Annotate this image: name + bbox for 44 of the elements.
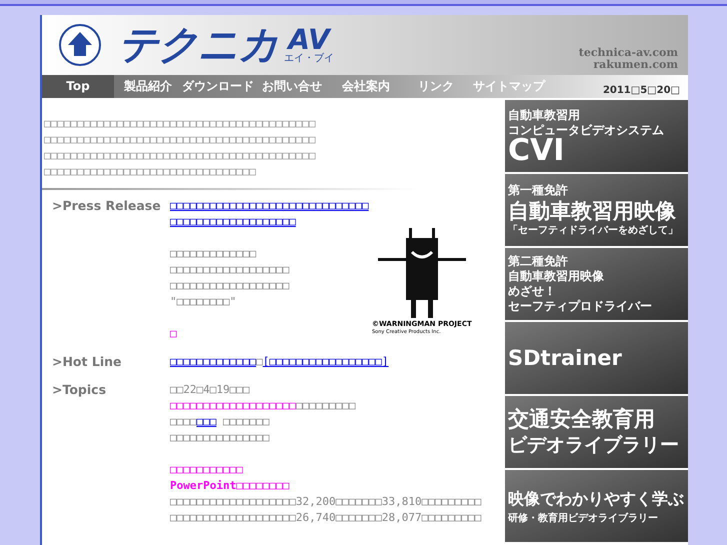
product-banner[interactable]: 映像でわかりやすく学ぶ 研修・教育用ビデオライブラリー [505,470,688,542]
section-label: >Hot Line [51,354,122,370]
nav-link[interactable]: 製品紹介 [114,75,182,98]
logo-av-text: AV [288,26,330,54]
logo-text: テクニカ [118,25,278,65]
date-text: 2011□5□20□ [602,84,680,98]
section-label: >Press Release [51,198,162,215]
text-link[interactable]: □□□ [196,415,216,428]
body-text: "□□□□□□□□" [170,295,236,308]
body-text: □□□□□□□□□□□□□□□□□□ [170,263,290,276]
section-label: >Topics [51,382,108,399]
product-banner[interactable]: 自動車教習用 コンピュータビデオシステム CVI [505,100,688,172]
logo-emblem-icon [58,23,102,67]
body-text: □□□□□□□□□□□□□□□□□□□32,200□□□□□□□33,810□□□□□□□□□ [170,495,482,508]
highlight-text: □□□□□□□□□□□ [170,463,243,476]
text-link[interactable]: □□□□□□□□□□□□□ [170,355,256,368]
text-link[interactable]: [□□□□□□□□□□□□□□□□□] [262,355,389,368]
product-banner[interactable]: 第一種免許 自動車教習用映像 「セーフティドライバーをめざして」 [505,174,688,246]
intro-text: □□□□□□□□□□□□□□□□□□□□□□□□□□□□□□□□□□□□□□□□□ [44,132,317,148]
highlight-text: □□□□□□□□□□□□□□□□□□□ [170,399,296,412]
highlight-text: □ [170,327,177,340]
text-link[interactable]: □□□□□□□□□□□□□□□□□□□ [170,215,296,228]
domain-text: technica-av.com [578,47,678,59]
body-text: □□□□□□□□□ [296,399,356,412]
highlight-text: PowerPoint□□□□□□□□ [170,479,290,492]
body-text: □ [256,355,263,368]
body-text: □□□□□□□ [222,415,270,428]
nav-link[interactable]: Top [42,75,114,98]
body-text: □□22□4□19□□□ [170,383,250,396]
body-text: □□□□□□□□□□□□□□□ [170,431,270,444]
intro-text: □□□□□□□□□□□□□□□□□□□□□□□□□□□□□□□□□□□□□□□□□ [44,116,317,132]
domain-text: rakumen.com [593,59,678,71]
body-text: □□□□□□□□□□□□□□□□□□□26,740□□□□□□□28,077□□□□□□□□□ [170,511,482,524]
body-text: □□□□□□□□□□□□□ [170,247,256,260]
product-banner[interactable]: 第二種免許 自動車教習用映像 めざせ！ セーフティプロドライバー [505,248,688,320]
product-banner[interactable]: SDtrainer [505,322,688,394]
body-text: □□□□□□□□□□□□□□□□□□ [170,279,290,292]
product-banner[interactable]: 交通安全教育用 ビデオライブラリー [505,396,688,468]
nav-link[interactable]: ダウンロード [182,75,254,98]
text-link[interactable]: □□□□□□□□□□□□□□□□□□□□□□□□□□□□□□ [170,199,369,212]
intro-text: □□□□□□□□□□□□□□□□□□□□□□□□□□□□□□□□□□□□□□□□□ [44,148,317,164]
body-text: □□□□ [170,415,196,428]
logo-reading: エイ・ブイ [284,54,334,64]
intro-text: □□□□□□□□□□□□□□□□□□□□□□□□□□□□□□□□ [44,164,257,180]
